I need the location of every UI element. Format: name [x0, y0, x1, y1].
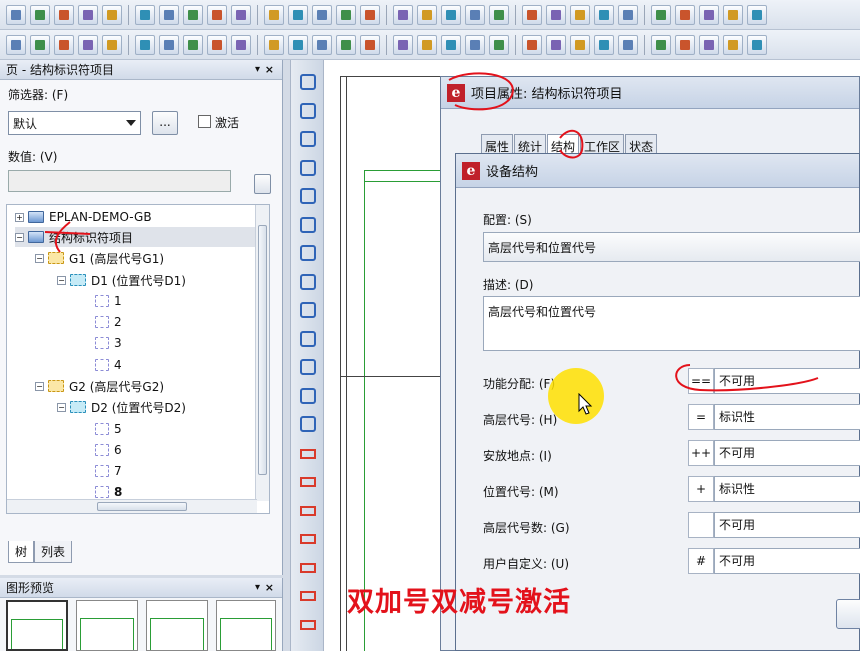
annotation-caption: 双加号双减号激活	[347, 587, 571, 618]
annotation-circle	[559, 129, 584, 159]
cursor-highlight	[548, 368, 604, 424]
annotation-circle	[448, 72, 514, 111]
annotation-overlay	[44, 72, 819, 392]
annotation-stroke	[44, 231, 91, 235]
annotation-stroke	[675, 364, 819, 392]
mouse-pointer-icon	[578, 393, 593, 415]
annotation-stroke	[54, 221, 71, 253]
